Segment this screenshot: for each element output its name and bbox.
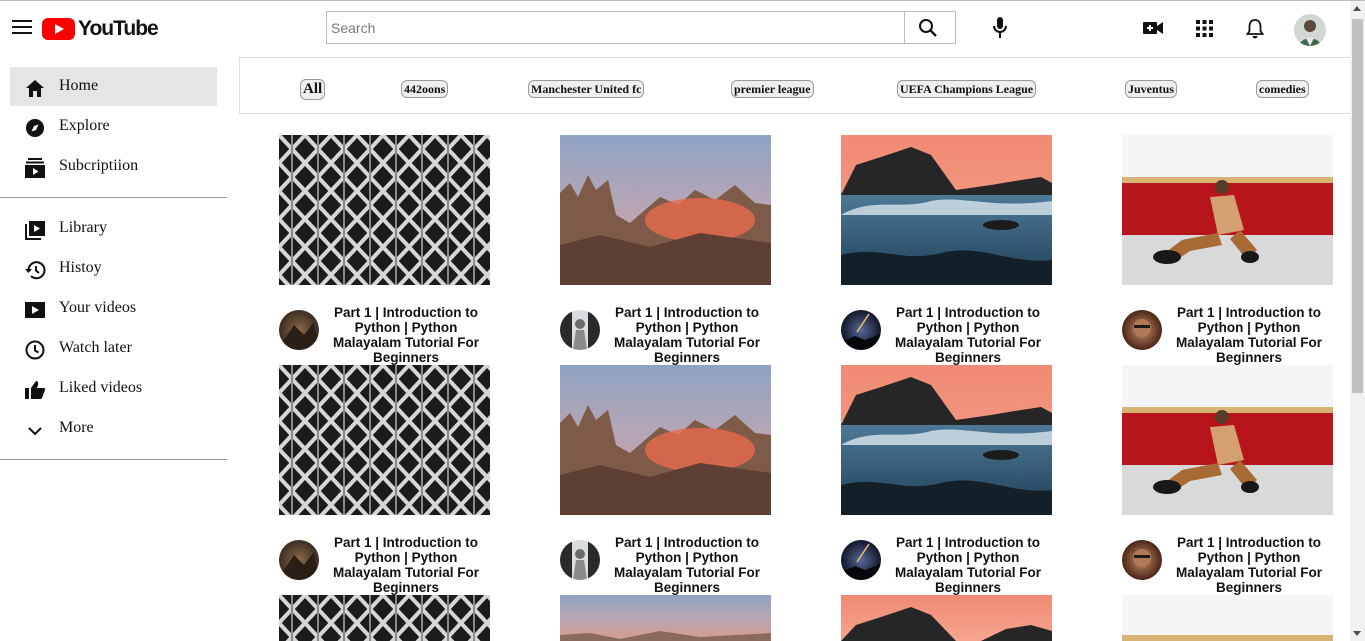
search-bar (326, 11, 956, 44)
home-icon (26, 80, 44, 97)
youtube-play-logo-icon (42, 18, 75, 40)
video-title[interactable]: Part 1 | Introduction to Python | Python… (886, 535, 1050, 595)
sidebar-item-label: Histoy (59, 259, 102, 276)
sidebar-item-more[interactable]: More (10, 409, 217, 448)
video-title[interactable]: Part 1 | Introduction to Python | Python… (1167, 535, 1331, 595)
sidebar-item-subscriptions[interactable]: Subcriptiion (10, 147, 217, 186)
sidebar-item-liked-videos[interactable]: Liked videos (10, 369, 217, 408)
architecture-thumbnail (279, 365, 490, 515)
scrollbar-thumb[interactable] (1352, 19, 1363, 393)
menu-icon[interactable] (12, 20, 32, 36)
video-thumbnail[interactable] (560, 595, 771, 641)
youtube-logo[interactable]: YouTube (42, 17, 159, 40)
person-avatar[interactable] (560, 540, 600, 580)
search-input[interactable] (326, 11, 905, 44)
video-title[interactable]: Part 1 | Introduction to Python | Python… (886, 305, 1050, 365)
architecture-thumbnail (279, 135, 490, 285)
sidebar-divider (0, 459, 227, 460)
video-title[interactable]: Part 1 | Introduction to Python | Python… (324, 305, 488, 365)
video-thumbnail[interactable] (1122, 595, 1333, 641)
chip-comedies[interactable]: comedies (1256, 80, 1309, 98)
ocean-thumbnail (841, 595, 1052, 641)
page-scrollbar[interactable] (1350, 1, 1365, 641)
video-thumbnail[interactable] (560, 365, 771, 515)
sidebar-item-label: More (59, 419, 94, 436)
video-thumbnail[interactable] (279, 595, 490, 641)
create-video-icon[interactable] (1143, 21, 1163, 35)
sidebar-item-label: Liked videos (59, 379, 143, 396)
sidebar-item-label: Library (59, 219, 107, 236)
sidebar: Home Explore Subcriptiion Library Histoy… (0, 57, 228, 641)
thumbs-up-icon (25, 381, 46, 399)
chip-all[interactable]: All (300, 79, 326, 100)
sidebar-item-library[interactable]: Library (10, 209, 217, 248)
library-icon (25, 221, 45, 240)
bell-icon[interactable] (1246, 19, 1264, 39)
ocean-thumbnail (841, 135, 1052, 285)
video-title[interactable]: Part 1 | Introduction to Python | Python… (324, 535, 488, 595)
logo-text: YouTube (78, 17, 159, 40)
scroll-down-arrow-icon[interactable] (1353, 631, 1361, 636)
sidebar-item-home[interactable]: Home (10, 67, 217, 106)
top-bar: YouTube (0, 1, 1350, 57)
portrait-avatar[interactable] (1122, 540, 1162, 580)
sidebar-divider (0, 197, 227, 198)
subscriptions-icon (25, 158, 45, 178)
mic-icon[interactable] (993, 17, 1007, 39)
apps-grid-icon[interactable] (1196, 20, 1213, 37)
sidebar-item-label: Watch later (59, 339, 132, 356)
sidebar-item-label: Subcriptiion (59, 157, 139, 174)
sidebar-item-watch-later[interactable]: Watch later (10, 329, 217, 368)
sidebar-item-explore[interactable]: Explore (10, 107, 217, 146)
rock-avatar[interactable] (279, 540, 319, 580)
search-icon (919, 19, 937, 37)
night-sky-avatar[interactable] (841, 310, 881, 350)
video-title[interactable]: Part 1 | Introduction to Python | Python… (605, 305, 769, 365)
sidebar-item-label: Your videos (59, 299, 137, 316)
chip-442oons[interactable]: 442oons (401, 80, 449, 98)
video-thumbnail[interactable] (560, 135, 771, 285)
clock-icon (25, 340, 45, 360)
scroll-up-arrow-icon[interactable] (1353, 6, 1361, 11)
history-icon (25, 261, 46, 280)
video-thumbnail[interactable] (279, 135, 490, 285)
portrait-avatar[interactable] (1122, 310, 1162, 350)
sidebar-item-label: Explore (59, 117, 110, 134)
video-title[interactable]: Part 1 | Introduction to Python | Python… (605, 535, 769, 595)
chevron-down-icon (28, 427, 42, 436)
video-thumbnail[interactable] (841, 365, 1052, 515)
play-icon (25, 302, 45, 318)
video-thumbnail[interactable] (1122, 365, 1333, 515)
video-title[interactable]: Part 1 | Introduction to Python | Python… (1167, 305, 1331, 365)
architecture-thumbnail (279, 595, 490, 641)
video-thumbnail[interactable] (841, 595, 1052, 641)
search-button[interactable] (905, 11, 956, 44)
avatar[interactable] (1294, 14, 1326, 46)
sidebar-item-label: Home (59, 77, 99, 94)
chip-manchester-united[interactable]: Manchester United fc (528, 80, 645, 98)
mountain-thumbnail (560, 135, 771, 285)
chip-premier-league[interactable]: premier league (731, 80, 814, 98)
rock-avatar[interactable] (279, 310, 319, 350)
chip-juventus[interactable]: Juventus (1125, 80, 1178, 98)
person-avatar[interactable] (560, 310, 600, 350)
chip-uefa-champions-league[interactable]: UEFA Champions League (897, 80, 1037, 98)
video-thumbnail[interactable] (279, 365, 490, 515)
sidebar-item-your-videos[interactable]: Your videos (10, 289, 217, 328)
compass-icon (26, 119, 44, 137)
night-sky-avatar[interactable] (841, 540, 881, 580)
man-sitting-thumbnail (1122, 595, 1333, 641)
sidebar-item-history[interactable]: Histoy (10, 249, 217, 288)
man-sitting-thumbnail (1122, 365, 1333, 515)
man-sitting-thumbnail (1122, 135, 1333, 285)
video-thumbnail[interactable] (1122, 135, 1333, 285)
mountain-thumbnail (560, 595, 771, 641)
filter-chip-bar: All 442oons Manchester United fc premier… (239, 57, 1350, 114)
mountain-thumbnail (560, 365, 771, 515)
video-thumbnail[interactable] (841, 135, 1052, 285)
ocean-thumbnail (841, 365, 1052, 515)
